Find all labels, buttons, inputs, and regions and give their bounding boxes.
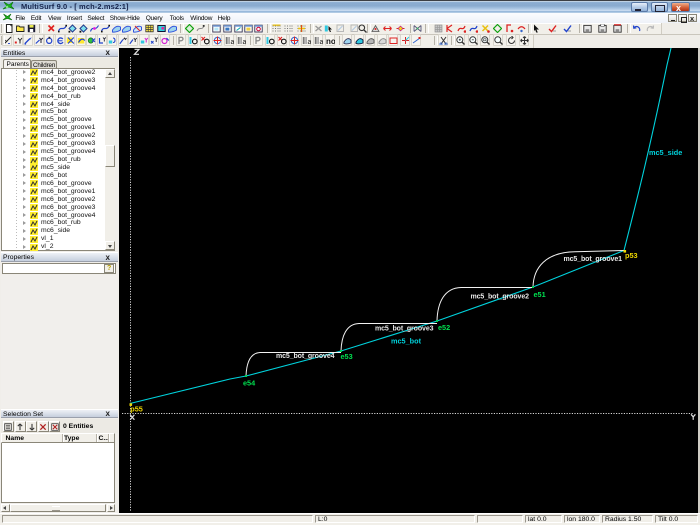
svg-text:a: a xyxy=(243,39,247,45)
svg-text:e54: e54 xyxy=(243,378,256,387)
svg-text:mc5_side: mc5_side xyxy=(649,148,682,157)
svg-text:e53: e53 xyxy=(341,351,353,360)
svg-text:e52: e52 xyxy=(438,322,450,331)
svg-text:mc5_bot_groove4: mc5_bot_groove4 xyxy=(276,352,335,359)
svg-text:mc5_bot_groove2: mc5_bot_groove2 xyxy=(471,293,530,300)
svg-text:p55: p55 xyxy=(130,404,143,413)
svg-text:mc5_bot_groove3: mc5_bot_groove3 xyxy=(375,325,434,332)
svg-text:mc5_bot_groove1: mc5_bot_groove1 xyxy=(564,255,623,262)
svg-text:e51: e51 xyxy=(534,290,546,299)
svg-text:p53: p53 xyxy=(625,250,638,259)
svg-text:a: a xyxy=(307,39,311,45)
svg-text:a: a xyxy=(231,39,235,45)
svg-text:mc5_bot: mc5_bot xyxy=(391,336,422,345)
svg-text:a: a xyxy=(319,39,323,45)
svg-text:no: no xyxy=(326,37,335,45)
